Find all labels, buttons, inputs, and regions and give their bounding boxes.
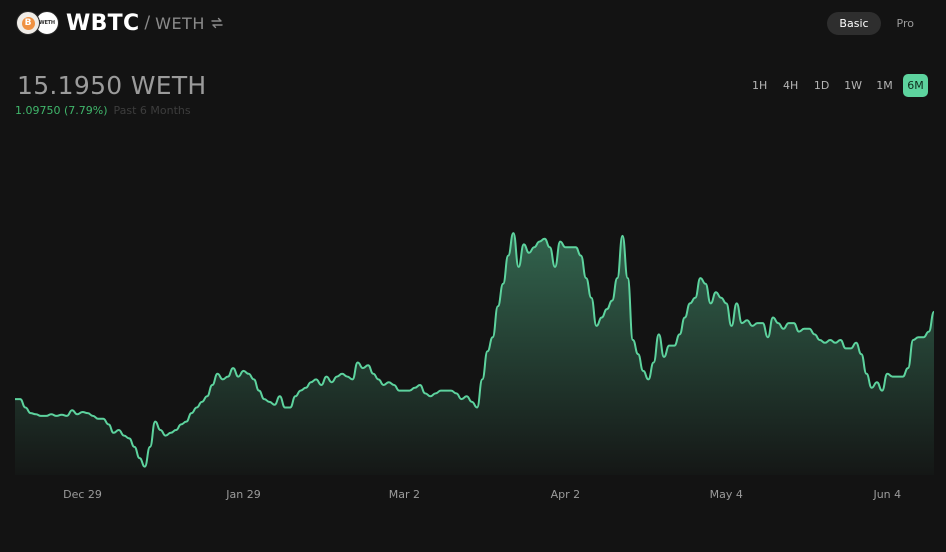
x-axis-tick-label: Jun 4 [872,488,901,501]
wbtc-token-glyph: B [21,16,35,30]
x-axis-tick-label: Mar 2 [389,488,420,501]
x-axis-tick-label: Apr 2 [551,488,581,501]
x-axis-tick-label: May 4 [710,488,743,501]
weth-token-glyph: WETH [39,20,55,26]
x-axis-tick-label: Jan 29 [225,488,260,501]
price-chart[interactable]: Dec 29 Jan 29 Mar 2 Apr 2 May 4 Jun 4 [0,0,946,552]
x-axis-ticks: Dec 29 Jan 29 Mar 2 Apr 2 May 4 Jun 4 [63,488,901,501]
wbtc-token-icon: B [16,11,40,35]
x-axis-tick-label: Dec 29 [63,488,102,501]
